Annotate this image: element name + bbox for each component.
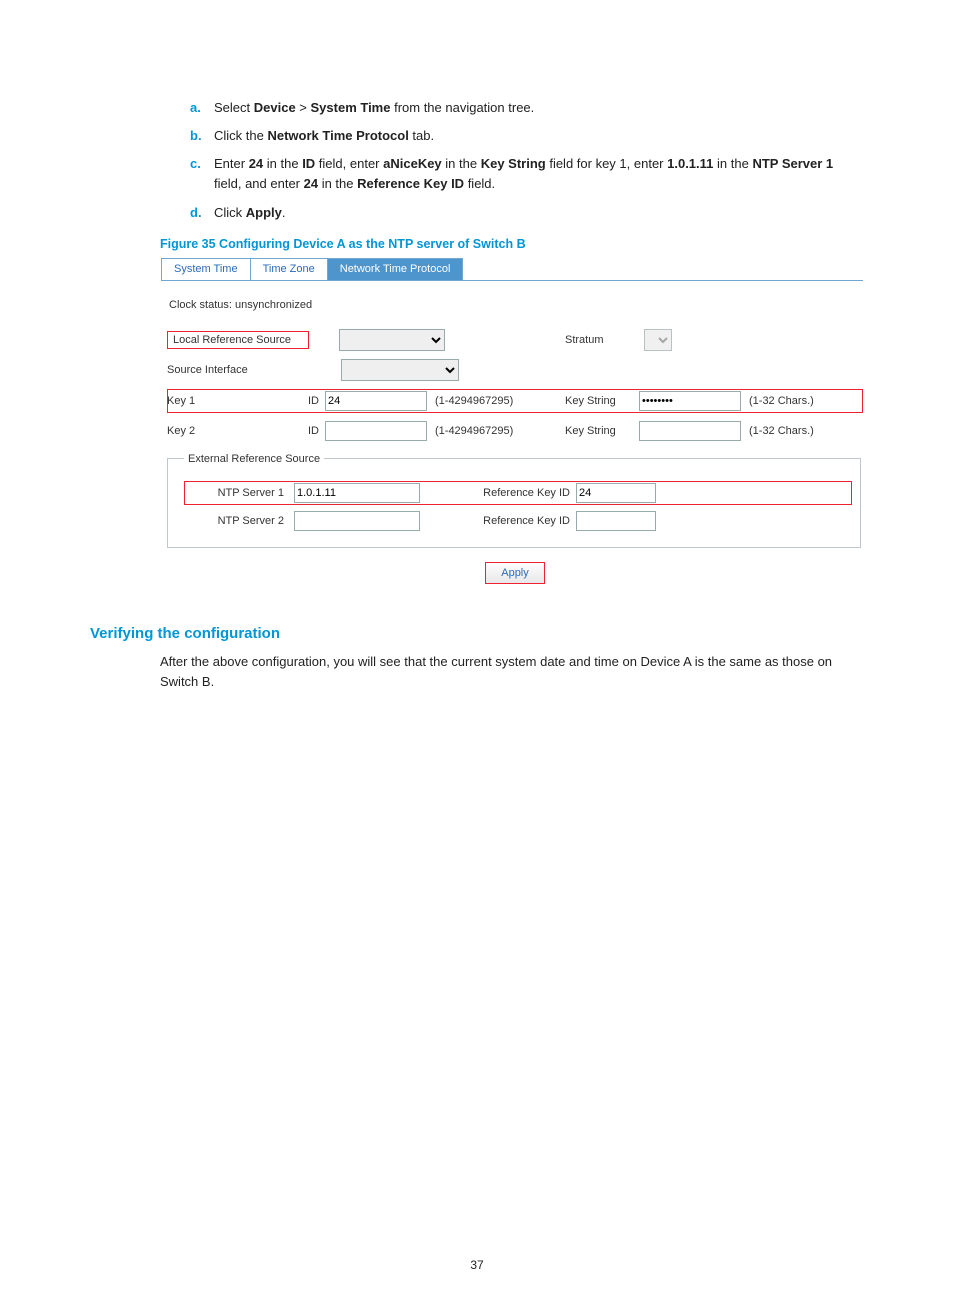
source-interface-label: Source Interface <box>167 364 305 376</box>
key2-id-input[interactable] <box>325 421 427 441</box>
tab-bar: System Time Time Zone Network Time Proto… <box>161 258 863 281</box>
key2-string-label: Key String <box>537 425 639 437</box>
ref-key1-input[interactable] <box>576 483 656 503</box>
ref-key2-input[interactable] <box>576 511 656 531</box>
tab-system-time[interactable]: System Time <box>161 258 251 280</box>
step-d: d. Click Apply. <box>190 203 864 223</box>
ntp-server1-input[interactable] <box>294 483 420 503</box>
key2-label: Key 2 <box>167 425 261 437</box>
step-c: c. Enter 24 in the ID field, enter aNice… <box>190 154 864 194</box>
key1-string-input[interactable] <box>639 391 741 411</box>
local-ref-label: Local Reference Source <box>167 331 309 349</box>
tab-time-zone[interactable]: Time Zone <box>250 258 328 280</box>
key1-id-input[interactable] <box>325 391 427 411</box>
key2-id-hint: (1-4294967295) <box>427 425 537 437</box>
key1-id-hint: (1-4294967295) <box>427 395 537 407</box>
key1-id-label: ID <box>261 395 325 407</box>
clock-status: Clock status: unsynchronized <box>169 299 863 311</box>
instruction-list: a. Select Device > System Time from the … <box>90 98 864 223</box>
source-interface-select[interactable] <box>341 359 459 381</box>
ref-key2-label: Reference Key ID <box>420 515 576 527</box>
key1-label: Key 1 <box>167 395 261 407</box>
section-body: After the above configuration, you will … <box>160 652 864 692</box>
key1-string-hint: (1-32 Chars.) <box>741 395 851 407</box>
section-heading: Verifying the configuration <box>90 625 864 642</box>
key1-string-label: Key String <box>537 395 639 407</box>
external-reference-legend: External Reference Source <box>184 453 324 465</box>
stratum-select[interactable] <box>644 329 672 351</box>
key2-string-input[interactable] <box>639 421 741 441</box>
apply-button[interactable]: Apply <box>485 562 545 584</box>
screenshot-figure: System Time Time Zone Network Time Proto… <box>160 257 864 597</box>
ntp-server1-label: NTP Server 1 <box>184 487 294 499</box>
key2-id-label: ID <box>261 425 325 437</box>
tab-ntp[interactable]: Network Time Protocol <box>327 258 464 280</box>
page-number: 37 <box>0 1258 954 1272</box>
figure-caption: Figure 35 Configuring Device A as the NT… <box>160 237 864 251</box>
ntp-server2-input[interactable] <box>294 511 420 531</box>
ntp-server2-label: NTP Server 2 <box>184 515 294 527</box>
step-a: a. Select Device > System Time from the … <box>190 98 864 118</box>
key2-string-hint: (1-32 Chars.) <box>741 425 851 437</box>
step-b: b. Click the Network Time Protocol tab. <box>190 126 864 146</box>
external-reference-fieldset: External Reference Source NTP Server 1 R… <box>167 453 861 548</box>
ntp-panel: Clock status: unsynchronized Local Refer… <box>161 281 863 596</box>
local-ref-select[interactable] <box>339 329 445 351</box>
stratum-label: Stratum <box>565 334 604 346</box>
ref-key1-label: Reference Key ID <box>420 487 576 499</box>
